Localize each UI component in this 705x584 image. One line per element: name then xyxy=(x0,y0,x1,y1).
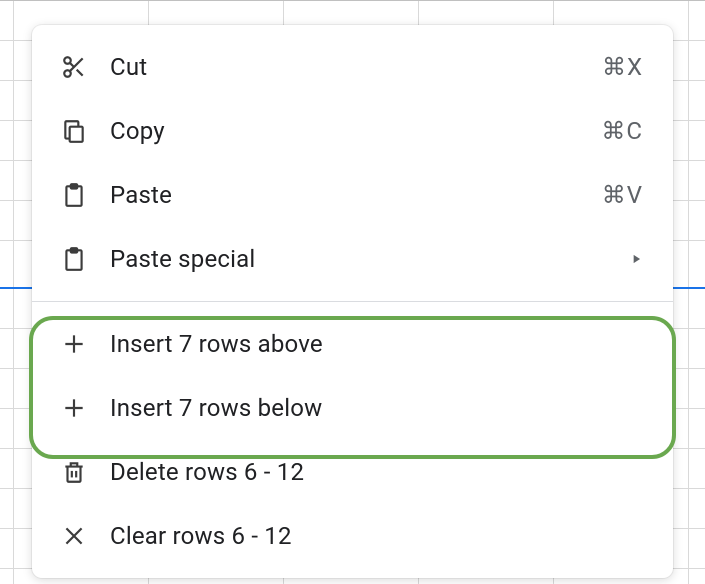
menu-item-label: Insert 7 rows below xyxy=(110,394,643,422)
chevron-right-icon xyxy=(629,252,643,266)
copy-icon xyxy=(60,117,88,145)
menu-item-label: Insert 7 rows above xyxy=(110,330,643,358)
plus-icon xyxy=(60,330,88,358)
paste-menu-item[interactable]: Paste ⌘V xyxy=(32,163,673,227)
context-menu: Cut ⌘X Copy ⌘C Paste ⌘V Paste xyxy=(32,25,673,578)
menu-item-label: Paste special xyxy=(110,245,629,273)
menu-shortcut: ⌘V xyxy=(602,181,643,209)
menu-divider xyxy=(32,301,673,302)
menu-shortcut: ⌘X xyxy=(602,53,643,81)
menu-item-label: Clear rows 6 - 12 xyxy=(110,522,643,550)
paste-special-menu-item[interactable]: Paste special xyxy=(32,227,673,291)
plus-icon xyxy=(60,394,88,422)
menu-shortcut: ⌘C xyxy=(601,117,643,145)
clear-rows-menu-item[interactable]: Clear rows 6 - 12 xyxy=(32,504,673,568)
scissors-icon xyxy=(60,53,88,81)
cut-menu-item[interactable]: Cut ⌘X xyxy=(32,35,673,99)
insert-rows-below-menu-item[interactable]: Insert 7 rows below xyxy=(32,376,673,440)
close-icon xyxy=(60,522,88,550)
trash-icon xyxy=(60,458,88,486)
clipboard-icon xyxy=(60,245,88,273)
copy-menu-item[interactable]: Copy ⌘C xyxy=(32,99,673,163)
delete-rows-menu-item[interactable]: Delete rows 6 - 12 xyxy=(32,440,673,504)
menu-item-label: Cut xyxy=(110,53,602,81)
menu-item-label: Copy xyxy=(110,117,601,145)
insert-rows-above-menu-item[interactable]: Insert 7 rows above xyxy=(32,312,673,376)
menu-item-label: Paste xyxy=(110,181,602,209)
clipboard-icon xyxy=(60,181,88,209)
menu-item-label: Delete rows 6 - 12 xyxy=(110,458,643,486)
